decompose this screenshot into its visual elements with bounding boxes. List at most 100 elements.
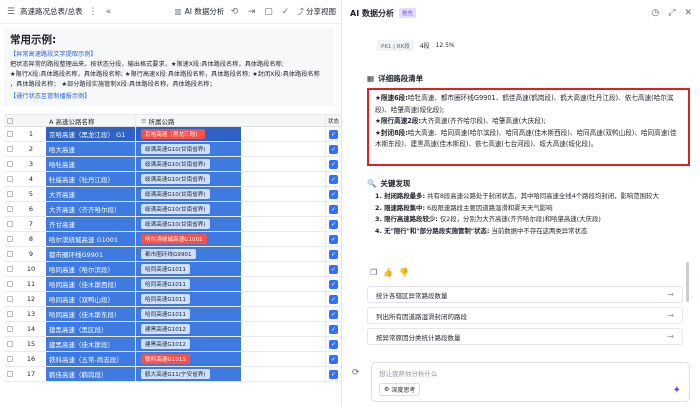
cell-road-owner[interactable]: 都市圈环线G9901 — [135, 247, 241, 261]
table-row[interactable]: 16 铁科高速（五常-尚志段） 铁科高速G1015 ✓ — [4, 352, 341, 367]
row-checkbox[interactable] — [7, 251, 13, 257]
cell-road-owner[interactable]: 绥满高速G10(甘南省界) — [135, 157, 241, 171]
cell-road-owner[interactable]: 哈同高速G1011 — [135, 292, 241, 306]
share-view-button[interactable]: ⤴ 分享视图 — [297, 6, 337, 17]
chat-input[interactable]: 想让我帮你分析什么 ⚙ 深度思考 ✦ — [371, 362, 690, 402]
table-row[interactable]: 10 哈同高速（哈尔滨段） 哈同高速G1011 ✓ — [4, 262, 341, 277]
collapse-icon[interactable]: « — [103, 6, 115, 18]
send-sparkle-icon[interactable]: ✦ — [673, 385, 681, 396]
cell-road-owner[interactable]: 绥满高速G10(甘南省界) — [135, 142, 241, 156]
table-row[interactable]: 6 大齐高速（齐齐哈尔段） 绥满高速G10(甘南省界) ✓ — [4, 202, 341, 217]
cell-road-name[interactable]: 都市圈环线G9901 — [46, 247, 135, 261]
row-checkbox[interactable] — [7, 296, 13, 302]
status-check-icon[interactable]: ✓ — [329, 354, 338, 364]
bookmark-icon[interactable]: ✓ — [280, 6, 292, 18]
status-check-icon[interactable]: ✓ — [329, 249, 338, 259]
table-row[interactable]: 17 鹤佳高速（鹤岗段） 鹤大高速G11(宁安省界) ✓ — [4, 367, 341, 382]
deep-think-toggle[interactable]: ⚙ 深度思考 — [379, 383, 421, 396]
cell-road-owner[interactable]: 建黑高速G1012 — [135, 322, 241, 336]
table-row[interactable]: 11 哈同高速（佳木斯西段） 哈同高速G1011 ✓ — [4, 277, 341, 292]
row-checkbox[interactable] — [7, 131, 13, 137]
col-header-road[interactable]: ≡ 所属公路 — [135, 115, 241, 126]
history-icon[interactable]: ⟲ — [229, 6, 241, 18]
comment-icon[interactable]: ▢ — [263, 6, 275, 18]
row-checkbox[interactable] — [7, 326, 13, 332]
row-checkbox[interactable] — [7, 311, 13, 317]
more-icon[interactable]: ⋮ — [89, 7, 99, 17]
status-check-icon[interactable]: ✓ — [329, 174, 338, 184]
table-row[interactable]: 8 哈尔滨绕城高速 G1001 哈尔滨绕城高速G1001 ✓ — [4, 232, 341, 247]
cell-road-name[interactable]: 哈同高速（哈尔滨段） — [46, 262, 135, 276]
table-row[interactable]: 3 哈牡高速 绥满高速G10(甘南省界) ✓ — [4, 157, 341, 172]
ai-analysis-button[interactable]: ▥ AI 数据分析 — [175, 6, 225, 17]
cell-road-owner[interactable]: 鹤大高速G11(宁安省界) — [135, 367, 241, 381]
status-check-icon[interactable]: ✓ — [329, 189, 338, 199]
cell-road-owner[interactable]: 绥满高速G10(甘南省界) — [135, 187, 241, 201]
col-header-name[interactable]: A 高速公路名称 — [46, 115, 135, 126]
copy-icon[interactable]: ❐ — [370, 268, 377, 277]
status-check-icon[interactable]: ✓ — [329, 219, 338, 229]
cell-road-name[interactable]: 哈同高速（双鸭山段） — [46, 292, 135, 306]
thumbs-down-icon[interactable]: 👎 — [399, 268, 409, 277]
cell-road-owner[interactable]: 建黑高速G1012 — [135, 337, 241, 351]
cell-road-name[interactable]: 铁科高速（五常-尚志段） — [46, 352, 135, 366]
status-check-icon[interactable]: ✓ — [329, 129, 338, 139]
row-checkbox[interactable] — [7, 146, 13, 152]
col-header-status[interactable]: 状态 — [325, 115, 341, 126]
cell-road-owner[interactable]: 京哈高速（黑龙江段） — [135, 127, 241, 141]
new-chat-icon[interactable]: ⟳ — [352, 368, 364, 380]
status-check-icon[interactable]: ✓ — [329, 234, 338, 244]
cell-road-name[interactable]: 哈同高速（佳木斯西段） — [46, 277, 135, 291]
table-row[interactable]: 5 大齐高速 绥满高速G10(甘南省界) ✓ — [4, 187, 341, 202]
status-check-icon[interactable]: ✓ — [329, 264, 338, 274]
cell-road-owner[interactable]: 哈尔滨绕城高速G1001 — [135, 232, 241, 246]
cell-road-name[interactable]: 建黑高速（佳木斯段） — [46, 337, 135, 351]
table-row[interactable]: 14 建黑高速（黑区段） 建黑高速G1012 ✓ — [4, 322, 341, 337]
status-check-icon[interactable]: ✓ — [329, 144, 338, 154]
status-check-icon[interactable]: ✓ — [329, 369, 338, 379]
status-check-icon[interactable]: ✓ — [329, 294, 338, 304]
cell-road-name[interactable]: 大齐高速（齐齐哈尔段） — [46, 202, 135, 216]
cell-road-owner[interactable]: 绥满高速G10(甘南省界) — [135, 217, 241, 231]
table-row[interactable]: 15 建黑高速（佳木斯段） 建黑高速G1012 ✓ — [4, 337, 341, 352]
scrollbar[interactable] — [686, 262, 689, 302]
row-checkbox[interactable] — [7, 176, 13, 182]
table-row[interactable]: 12 哈同高速（双鸭山段） 哈同高速G1011 ✓ — [4, 292, 341, 307]
cell-road-name[interactable]: 建黑高速（黑区段） — [46, 322, 135, 336]
cell-road-name[interactable]: 哈同高速（佳木斯东段） — [46, 307, 135, 321]
export-icon[interactable]: ⇥ — [246, 6, 258, 18]
table-row[interactable]: 1 京哈高速（黑龙江段） G1 京哈高速（黑龙江段） ✓ — [4, 127, 341, 142]
thumbs-up-icon[interactable]: 👍 — [383, 268, 393, 277]
expand-icon[interactable]: ⤢ — [668, 8, 675, 18]
status-check-icon[interactable]: ✓ — [329, 339, 338, 349]
history-icon[interactable]: ◷ — [651, 8, 659, 18]
cell-road-name[interactable]: 哈牡高速 — [46, 157, 135, 171]
table-row[interactable]: 13 哈同高速（佳木斯东段） 哈同高速G1011 ✓ — [4, 307, 341, 322]
sidebar-toggle-icon[interactable]: ☰ — [5, 6, 17, 18]
cell-road-name[interactable]: 哈大高速 — [46, 142, 135, 156]
status-check-icon[interactable]: ✓ — [329, 324, 338, 334]
status-check-icon[interactable]: ✓ — [329, 204, 338, 214]
row-checkbox[interactable] — [7, 161, 13, 167]
suggestion-1[interactable]: 统计各辖区异常路段数量 → — [367, 286, 683, 303]
row-checkbox[interactable] — [7, 236, 13, 242]
cell-road-owner[interactable]: 绥满高速G10(甘南省界) — [135, 202, 241, 216]
suggestion-3[interactable]: 按异常原因分类统计路段数量 → — [367, 328, 683, 345]
cell-road-owner[interactable]: 哈同高速G1011 — [135, 262, 241, 276]
table-row[interactable]: 2 哈大高速 绥满高速G10(甘南省界) ✓ — [4, 142, 341, 157]
row-checkbox[interactable] — [7, 191, 13, 197]
cell-road-name[interactable]: 鹤佳高速（鹤岗段） — [46, 367, 135, 381]
select-all-checkbox[interactable] — [7, 117, 13, 124]
status-check-icon[interactable]: ✓ — [329, 159, 338, 169]
cell-road-name[interactable]: 牡绥高速（牡丹江段） — [46, 172, 135, 186]
cell-road-owner[interactable]: 哈同高速G1011 — [135, 277, 241, 291]
row-checkbox[interactable] — [7, 341, 13, 347]
status-check-icon[interactable]: ✓ — [329, 309, 338, 319]
cell-road-owner[interactable]: 哈同高速G1011 — [135, 307, 241, 321]
cell-road-owner[interactable]: 绥满高速G10(甘南省界) — [135, 172, 241, 186]
status-check-icon[interactable]: ✓ — [329, 279, 338, 289]
row-checkbox[interactable] — [7, 371, 13, 377]
row-checkbox[interactable] — [7, 221, 13, 227]
row-checkbox[interactable] — [7, 281, 13, 287]
close-icon[interactable]: ✕ — [684, 8, 692, 18]
